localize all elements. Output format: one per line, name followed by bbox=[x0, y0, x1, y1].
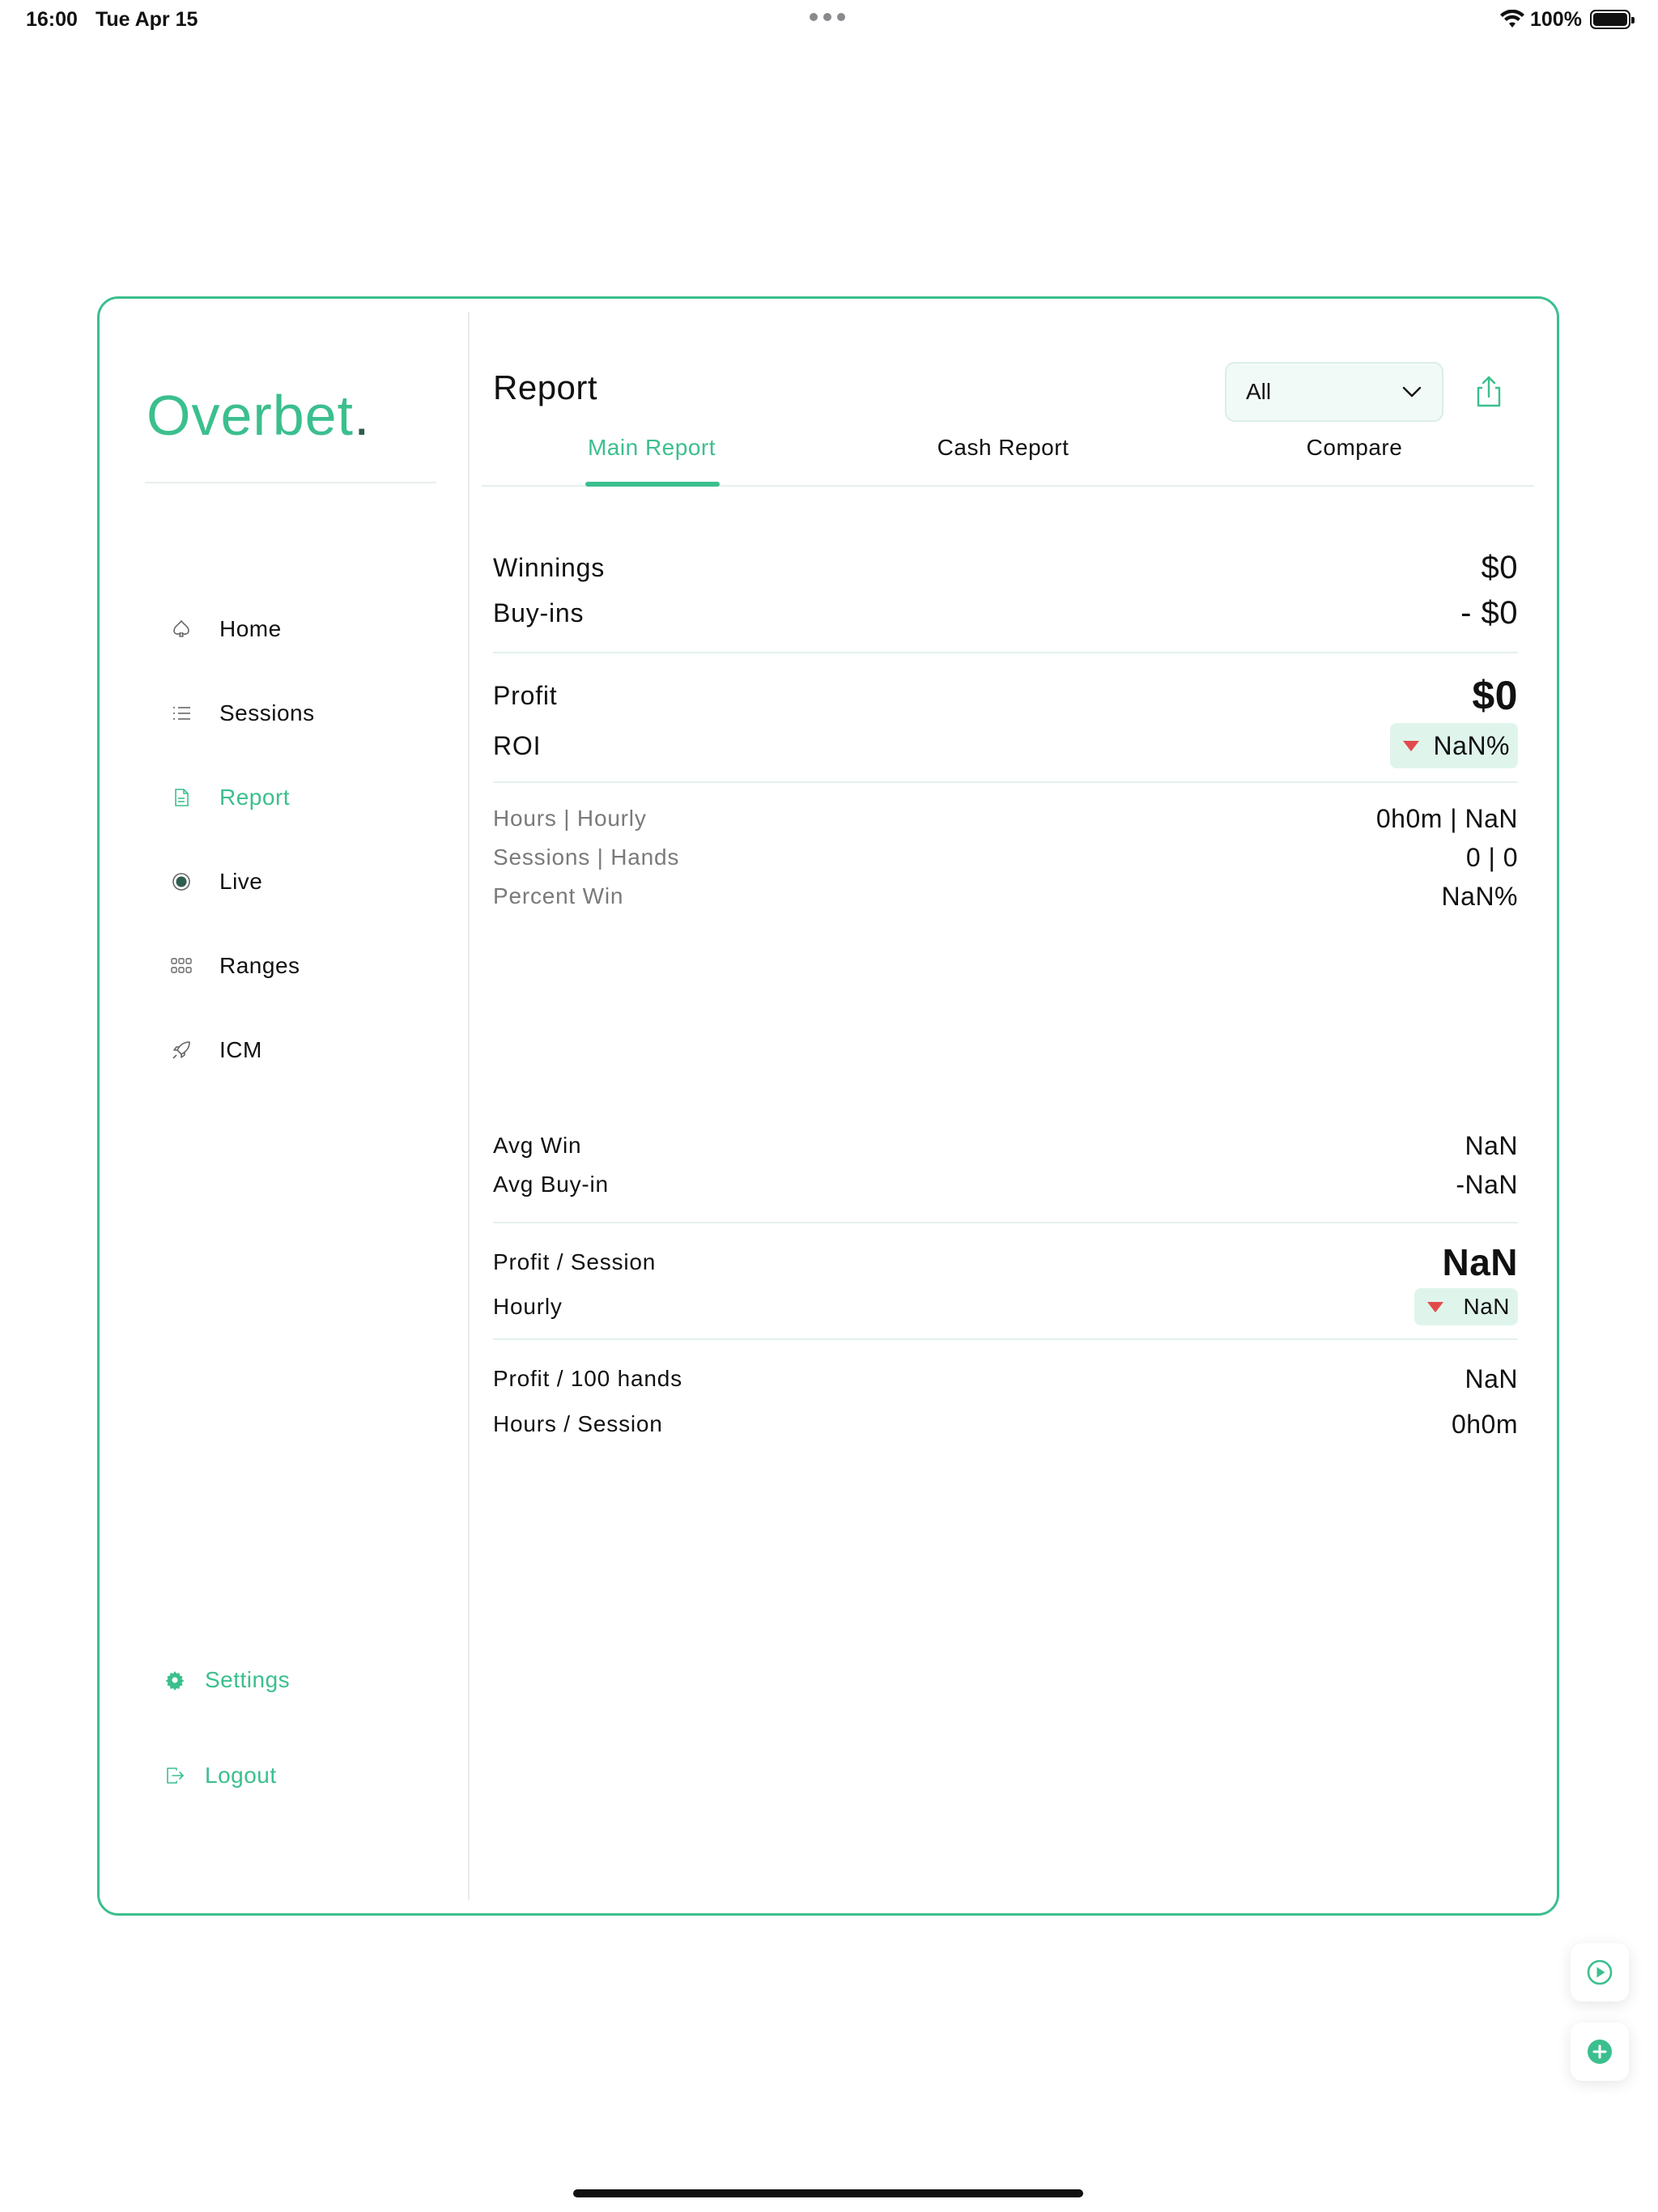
roi-badge: NaN% bbox=[1389, 723, 1518, 768]
profit-session-row: Profit / Session NaN bbox=[493, 1241, 1518, 1283]
filter-dropdown[interactable]: All bbox=[1225, 362, 1443, 422]
battery-percent: 100% bbox=[1530, 8, 1582, 31]
roi-row: ROI NaN% bbox=[493, 721, 1518, 770]
down-triangle-icon bbox=[1427, 1301, 1444, 1312]
status-date: Tue Apr 15 bbox=[96, 8, 198, 31]
hours-session-row: Hours / Session 0h0m bbox=[493, 1409, 1518, 1439]
divider bbox=[493, 1338, 1518, 1340]
rocket-icon bbox=[169, 1038, 193, 1062]
tab-compare[interactable]: Compare bbox=[1233, 435, 1476, 487]
hours-hourly-row: Hours | Hourly 0h0m | NaN bbox=[493, 803, 1518, 833]
play-circle-icon bbox=[1587, 1959, 1613, 1985]
profit-100-row: Profit / 100 hands NaN bbox=[493, 1363, 1518, 1393]
filter-value: All bbox=[1246, 379, 1272, 404]
divider bbox=[493, 652, 1518, 653]
buyins-row: Buy-ins - $0 bbox=[493, 594, 1518, 631]
spade-icon bbox=[169, 617, 193, 641]
sidebar-item-live[interactable]: Live bbox=[169, 857, 444, 906]
radio-icon bbox=[169, 870, 193, 894]
gear-icon bbox=[163, 1668, 187, 1692]
hourly-badge: NaN bbox=[1414, 1288, 1518, 1325]
divider bbox=[493, 781, 1518, 783]
tab-cash-report[interactable]: Cash Report bbox=[882, 435, 1124, 487]
status-time: 16:00 bbox=[26, 8, 78, 31]
sidebar-item-icm[interactable]: ICM bbox=[169, 1026, 444, 1074]
sidebar-item-ranges[interactable]: Ranges bbox=[169, 942, 444, 990]
wifi-icon bbox=[1500, 10, 1524, 28]
avg-buyin-row: Avg Buy-in -NaN bbox=[493, 1169, 1518, 1199]
winnings-row: Winnings $0 bbox=[493, 549, 1518, 585]
share-icon[interactable] bbox=[1473, 375, 1505, 409]
hourly-row: Hourly NaN bbox=[493, 1287, 1518, 1327]
report-tabs: Main Report Cash Report Compare bbox=[482, 435, 1534, 487]
sidebar: Overbet. Home Sessions Report Live Range… bbox=[100, 299, 469, 1913]
battery-icon bbox=[1590, 10, 1635, 29]
add-session-button[interactable] bbox=[1571, 2023, 1629, 2081]
down-triangle-icon bbox=[1402, 740, 1419, 751]
page-title: Report bbox=[493, 368, 598, 406]
profit-row: Profit $0 bbox=[493, 673, 1518, 718]
grid-icon bbox=[169, 954, 193, 978]
multitasking-dots-icon[interactable] bbox=[810, 13, 848, 23]
logout-button[interactable]: Logout bbox=[163, 1751, 406, 1800]
logout-icon bbox=[163, 1763, 187, 1788]
plus-circle-icon bbox=[1588, 2040, 1612, 2064]
sidebar-item-home[interactable]: Home bbox=[169, 605, 444, 653]
logo: Overbet. bbox=[147, 384, 371, 447]
active-tab-indicator bbox=[585, 482, 720, 487]
percent-win-row: Percent Win NaN% bbox=[493, 881, 1518, 911]
settings-button[interactable]: Settings bbox=[163, 1656, 406, 1704]
buyins-value: - $0 bbox=[1460, 594, 1518, 631]
sessions-hands-row: Sessions | Hands 0 | 0 bbox=[493, 842, 1518, 872]
report-panel: Report All Main Report Cash Report Compa… bbox=[469, 299, 1562, 1913]
list-icon bbox=[169, 701, 193, 725]
divider bbox=[493, 1222, 1518, 1223]
home-indicator[interactable] bbox=[573, 2189, 1083, 2197]
start-session-button[interactable] bbox=[1571, 1943, 1629, 2001]
winnings-value: $0 bbox=[1481, 549, 1518, 585]
avg-win-row: Avg Win NaN bbox=[493, 1130, 1518, 1160]
document-icon bbox=[169, 785, 193, 810]
logo-divider bbox=[145, 482, 436, 483]
status-bar: 16:00 Tue Apr 15 100% bbox=[0, 0, 1658, 39]
chevron-down-icon bbox=[1402, 386, 1422, 398]
sidebar-item-sessions[interactable]: Sessions bbox=[169, 689, 444, 738]
sidebar-item-report[interactable]: Report bbox=[169, 773, 444, 822]
profit-value: $0 bbox=[1472, 673, 1518, 718]
app-card: Overbet. Home Sessions Report Live Range… bbox=[97, 296, 1559, 1916]
tab-main-report[interactable]: Main Report bbox=[530, 435, 773, 487]
